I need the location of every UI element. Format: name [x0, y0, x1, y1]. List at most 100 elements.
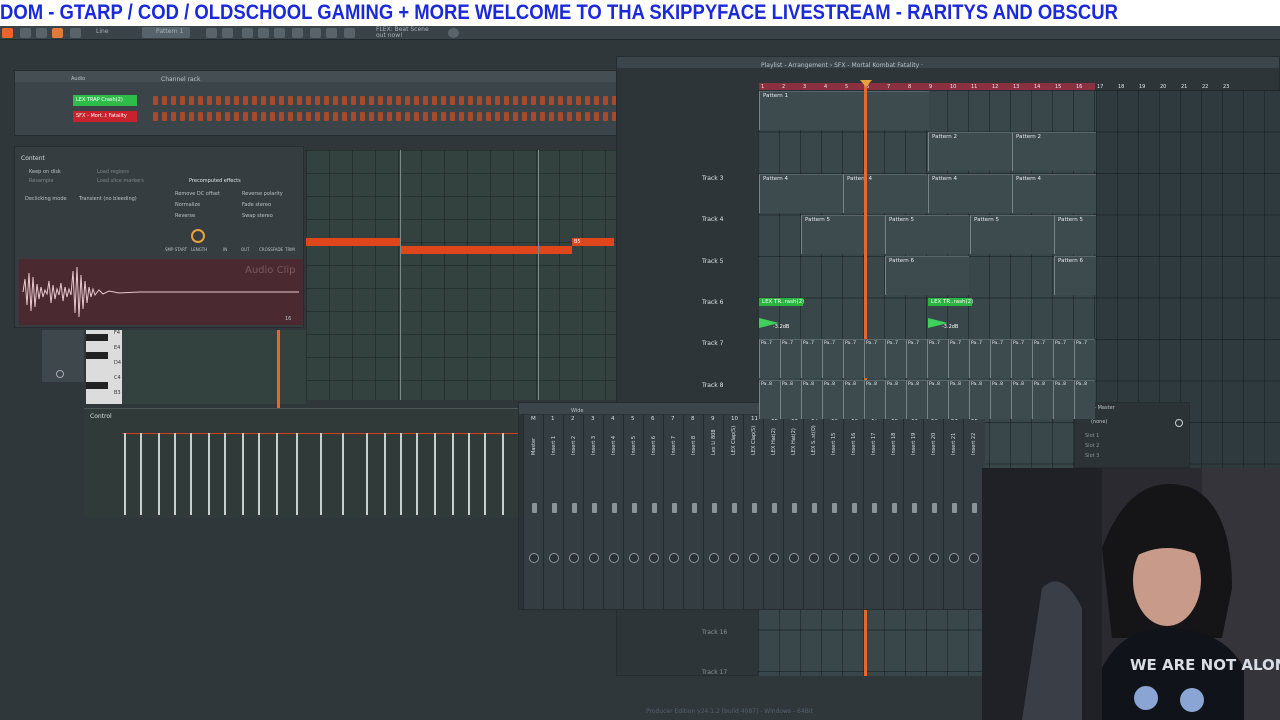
pattern-1-clip[interactable]: Pattern 1: [759, 91, 929, 130]
volume-fader[interactable]: [672, 503, 677, 513]
mixer-strip[interactable]: 20 Insert 20: [923, 415, 945, 609]
lex-crash-clip[interactable]: LEX TR..rash(2) -3.2dB: [759, 298, 804, 337]
pattern-clip[interactable]: Pa..7: [759, 339, 780, 378]
pattern-5-clip[interactable]: Pattern 5: [801, 215, 885, 254]
tempo-icon[interactable]: [326, 28, 337, 38]
step-button[interactable]: [576, 112, 581, 121]
step-button[interactable]: [207, 112, 212, 121]
step-button[interactable]: [369, 96, 374, 105]
undo-icon[interactable]: [36, 28, 47, 38]
note-block[interactable]: [400, 246, 572, 254]
track-3-label[interactable]: Track 3: [702, 175, 723, 182]
step-button[interactable]: [306, 96, 311, 105]
volume-fader[interactable]: [892, 503, 897, 513]
volume-fader[interactable]: [872, 503, 877, 513]
pattern-clip[interactable]: Pa..8: [864, 380, 885, 419]
velocity-bar[interactable]: [502, 433, 504, 515]
effect-swap-stereo[interactable]: Swap stereo: [242, 213, 273, 219]
step-button[interactable]: [540, 112, 545, 121]
load-regions-option[interactable]: Load regions: [97, 169, 129, 175]
volume-fader[interactable]: [952, 503, 957, 513]
step-button[interactable]: [450, 96, 455, 105]
declicking-mode-select[interactable]: Transient (no bleeding): [79, 196, 137, 202]
step-button[interactable]: [216, 96, 221, 105]
step-button[interactable]: [594, 112, 599, 121]
mixer-strip[interactable]: 3 Insert 3: [583, 415, 605, 609]
keep-on-disk-option[interactable]: Keep on disk: [29, 169, 61, 175]
step-button[interactable]: [189, 112, 194, 121]
volume-fader[interactable]: [852, 503, 857, 513]
pan-knob[interactable]: [589, 553, 599, 563]
step-button[interactable]: [243, 96, 248, 105]
step-button[interactable]: [405, 112, 410, 121]
step-button[interactable]: [603, 112, 608, 121]
step-button[interactable]: [243, 112, 248, 121]
loop-icon[interactable]: [56, 370, 64, 378]
control-label[interactable]: Control: [90, 413, 112, 420]
step-button[interactable]: [405, 96, 410, 105]
step-button[interactable]: [351, 96, 356, 105]
step-button[interactable]: [180, 112, 185, 121]
step-button[interactable]: [585, 96, 590, 105]
pan-knob[interactable]: [849, 553, 859, 563]
pattern-clip[interactable]: Pa..7: [906, 339, 927, 378]
pattern-4-clip[interactable]: Pattern 4: [759, 174, 843, 213]
pattern-2-clip[interactable]: Pattern 2: [1012, 132, 1096, 171]
waveform-display[interactable]: Audio Clip 16: [19, 259, 303, 325]
pattern-6-clip[interactable]: Pattern 6: [1054, 256, 1096, 295]
slot-power-icon[interactable]: [1175, 419, 1183, 427]
step-button[interactable]: [306, 112, 311, 121]
step-button[interactable]: [234, 96, 239, 105]
step-button[interactable]: [207, 96, 212, 105]
pan-knob[interactable]: [569, 553, 579, 563]
step-button[interactable]: [297, 112, 302, 121]
step-button[interactable]: [414, 112, 419, 121]
volume-fader[interactable]: [972, 503, 977, 513]
snap-icon[interactable]: [52, 28, 63, 38]
browser-icon[interactable]: [242, 28, 253, 38]
mixer-strip[interactable]: 12 LEX Hat(2): [763, 415, 785, 609]
mixer-icon[interactable]: [258, 28, 269, 38]
track-6-label[interactable]: Track 6: [702, 299, 723, 306]
mixer-strip[interactable]: 2 Insert 2: [563, 415, 585, 609]
pattern-5-clip[interactable]: Pattern 5: [970, 215, 1054, 254]
step-button[interactable]: [162, 112, 167, 121]
mixer-strip[interactable]: 7 Insert 7: [663, 415, 685, 609]
pan-knob[interactable]: [829, 553, 839, 563]
help-icon[interactable]: [344, 28, 355, 38]
step-button[interactable]: [567, 96, 572, 105]
pattern-clip[interactable]: Pa..8: [1074, 380, 1095, 419]
pattern-clip[interactable]: Pa..7: [1032, 339, 1053, 378]
step-button[interactable]: [333, 96, 338, 105]
resample-option[interactable]: Resample: [29, 178, 54, 184]
velocity-bar[interactable]: [190, 433, 192, 515]
step-button[interactable]: [558, 96, 563, 105]
step-button[interactable]: [522, 112, 527, 121]
slot-3[interactable]: Slot 3: [1085, 453, 1099, 459]
step-button[interactable]: [252, 112, 257, 121]
pattern-clip[interactable]: Pa..7: [822, 339, 843, 378]
step-button[interactable]: [423, 96, 428, 105]
pan-knob[interactable]: [709, 553, 719, 563]
event-editor[interactable]: Control: [84, 408, 520, 518]
pattern-clip[interactable]: Pa..8: [906, 380, 927, 419]
track-5-label[interactable]: Track 5: [702, 258, 723, 265]
velocity-bar[interactable]: [384, 433, 386, 515]
pan-knob[interactable]: [689, 553, 699, 563]
pattern-clip[interactable]: Pa..7: [927, 339, 948, 378]
pattern-clip[interactable]: Pa..7: [1011, 339, 1032, 378]
velocity-bar[interactable]: [242, 433, 244, 515]
length-knob[interactable]: [191, 229, 205, 243]
velocity-bar[interactable]: [452, 433, 454, 515]
step-button[interactable]: [594, 96, 599, 105]
step-button[interactable]: [234, 112, 239, 121]
step-button[interactable]: [441, 112, 446, 121]
step-button[interactable]: [486, 96, 491, 105]
pattern-clip[interactable]: Pa..8: [885, 380, 906, 419]
note-block[interactable]: [306, 238, 400, 246]
mixer-strip[interactable]: 8 Insert 8: [683, 415, 705, 609]
pan-knob[interactable]: [809, 553, 819, 563]
black-key[interactable]: [86, 352, 108, 359]
volume-fader[interactable]: [932, 503, 937, 513]
step-button[interactable]: [225, 96, 230, 105]
